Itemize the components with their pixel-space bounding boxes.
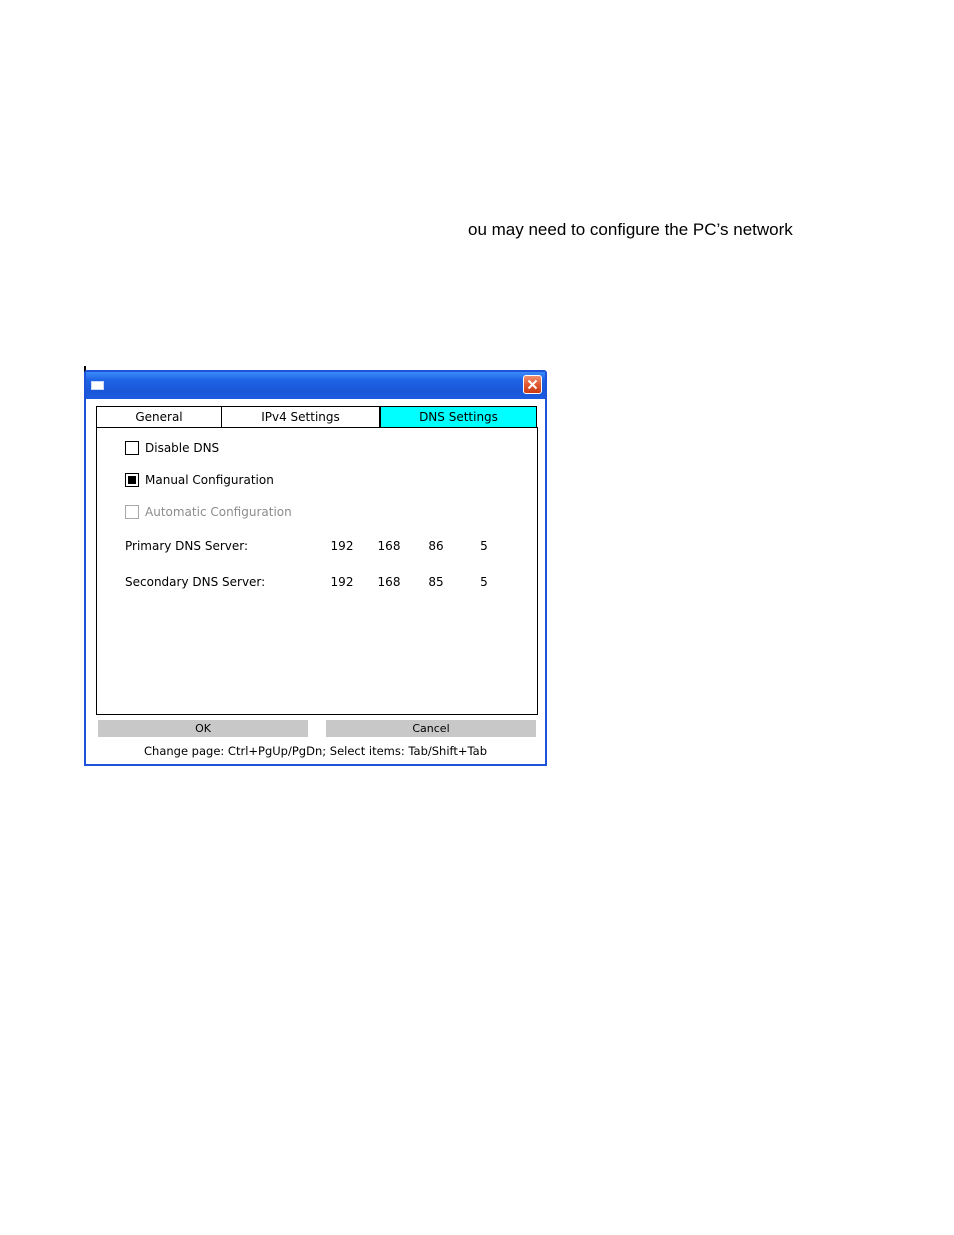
manual-configuration-checkbox[interactable] bbox=[125, 473, 139, 487]
automatic-configuration-option: Automatic Configuration bbox=[125, 504, 315, 520]
primary-dns-row: Primary DNS Server: 192 168 86 5 bbox=[125, 538, 525, 554]
disable-dns-label: Disable DNS bbox=[145, 441, 220, 455]
automatic-configuration-label: Automatic Configuration bbox=[145, 505, 292, 519]
manual-configuration-option[interactable]: Manual Configuration bbox=[125, 472, 295, 488]
secondary-dns-octet-2[interactable]: 168 bbox=[372, 574, 406, 590]
keyboard-hint: Change page: Ctrl+PgUp/PgDn; Select item… bbox=[144, 744, 487, 758]
dns-settings-dialog: General IPv4 Settings DNS Settings Disab… bbox=[84, 370, 547, 766]
primary-dns-octet-1[interactable]: 192 bbox=[325, 538, 359, 554]
ok-button[interactable]: OK bbox=[98, 720, 308, 737]
disable-dns-option[interactable]: Disable DNS bbox=[125, 440, 245, 456]
checkbox-checked-mark bbox=[128, 476, 136, 484]
window-titlebar[interactable] bbox=[86, 372, 545, 399]
close-button[interactable] bbox=[523, 375, 542, 394]
secondary-dns-octet-4[interactable]: 5 bbox=[467, 574, 501, 590]
secondary-dns-octet-3[interactable]: 85 bbox=[419, 574, 453, 590]
dns-settings-panel: Disable DNS Manual Configuration Automat… bbox=[96, 427, 538, 715]
primary-dns-octet-2[interactable]: 168 bbox=[372, 538, 406, 554]
secondary-dns-row: Secondary DNS Server: 192 168 85 5 bbox=[125, 574, 525, 590]
primary-dns-label: Primary DNS Server: bbox=[125, 539, 249, 553]
tab-ipv4-settings[interactable]: IPv4 Settings bbox=[221, 406, 380, 428]
window-app-icon bbox=[91, 381, 104, 390]
close-x-icon bbox=[527, 379, 538, 390]
cancel-button[interactable]: Cancel bbox=[326, 720, 536, 737]
automatic-configuration-checkbox bbox=[125, 505, 139, 519]
secondary-dns-label: Secondary DNS Server: bbox=[125, 575, 266, 589]
primary-dns-octet-4[interactable]: 5 bbox=[467, 538, 501, 554]
tab-general[interactable]: General bbox=[96, 406, 222, 428]
document-text-fragment: ou may need to configure the PC’s networ… bbox=[468, 220, 793, 239]
manual-configuration-label: Manual Configuration bbox=[145, 473, 274, 487]
disable-dns-checkbox[interactable] bbox=[125, 441, 139, 455]
tab-bar: General IPv4 Settings DNS Settings bbox=[96, 406, 537, 428]
primary-dns-octet-3[interactable]: 86 bbox=[419, 538, 453, 554]
tab-dns-settings[interactable]: DNS Settings bbox=[380, 406, 537, 428]
secondary-dns-octet-1[interactable]: 192 bbox=[325, 574, 359, 590]
